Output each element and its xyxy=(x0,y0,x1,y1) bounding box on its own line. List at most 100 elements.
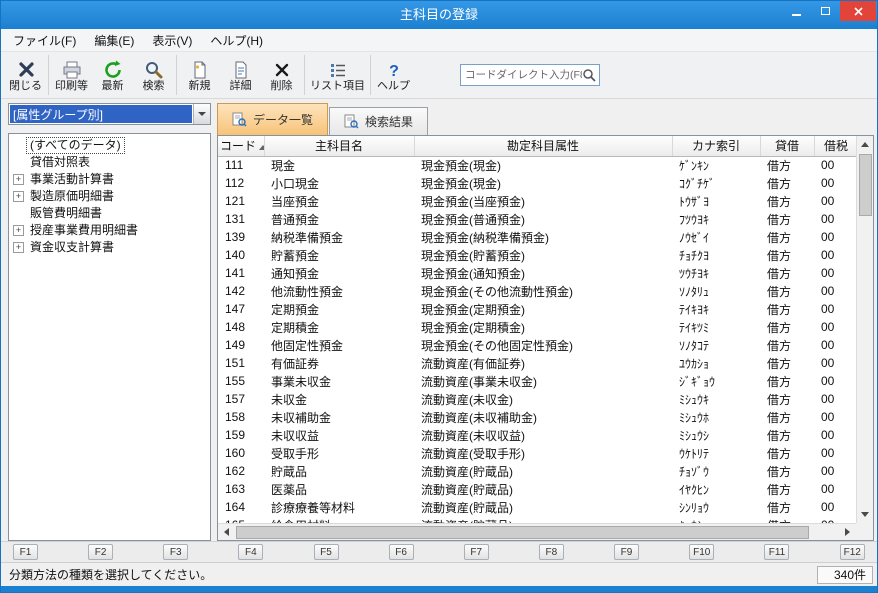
cell-side: 借方 xyxy=(760,336,814,354)
toolbar-delete-button[interactable]: 削除 xyxy=(261,53,302,98)
col-header-kana[interactable]: カナ索引 xyxy=(672,136,760,156)
table-row[interactable]: 111 現金 現金預金(現金) ｹﾞﾝｷﾝ 借方 00 xyxy=(218,156,856,174)
toolbar-list-items-button[interactable]: リスト項目 xyxy=(307,53,368,98)
toolbar-refresh-button[interactable]: 最新 xyxy=(92,53,133,98)
cell-code: 160 xyxy=(218,444,264,462)
minimize-button[interactable] xyxy=(782,1,811,21)
cell-tax: 00 xyxy=(814,282,856,300)
maximize-button[interactable] xyxy=(811,1,840,21)
table-row[interactable]: 160 受取手形 流動資産(受取手形) ｳｹﾄﾘﾃ 借方 00 xyxy=(218,444,856,462)
toolbar-new-button[interactable]: 新規 xyxy=(179,53,220,98)
tree-item[interactable]: 貸借対照表 xyxy=(11,154,208,171)
function-key-button[interactable]: F7 xyxy=(464,544,489,560)
expand-plus-icon[interactable]: + xyxy=(13,242,24,253)
toolbar-print-button[interactable]: 印刷等 xyxy=(51,53,92,98)
table-row[interactable]: 149 他固定性預金 現金預金(その他固定性預金) ｿﾉﾀｺﾃ 借方 00 xyxy=(218,336,856,354)
menu-item[interactable]: 表示(V) xyxy=(143,28,201,53)
table-row[interactable]: 163 医薬品 流動資産(貯蔵品) ｲﾔｸﾋﾝ 借方 00 xyxy=(218,480,856,498)
cell-kana: ｲﾔｸﾋﾝ xyxy=(672,480,760,498)
col-header-code[interactable]: コード xyxy=(218,136,264,156)
function-key-button[interactable]: F3 xyxy=(163,544,188,560)
function-key-button[interactable]: F1 xyxy=(13,544,38,560)
table-row[interactable]: 112 小口現金 現金預金(現金) ｺｸﾞﾁｹﾞ 借方 00 xyxy=(218,174,856,192)
cell-attribute: 現金預金(その他流動性預金) xyxy=(414,282,672,300)
col-header-tax[interactable]: 借税 xyxy=(814,136,856,156)
cell-code: 112 xyxy=(218,174,264,192)
expand-plus-icon[interactable]: + xyxy=(13,191,24,202)
table-row[interactable]: 147 定期預金 現金預金(定期預金) ﾃｲｷﾖｷ 借方 00 xyxy=(218,300,856,318)
table-row[interactable]: 142 他流動性預金 現金預金(その他流動性預金) ｿﾉﾀﾘｭ 借方 00 xyxy=(218,282,856,300)
table-row[interactable]: 151 有価証券 流動資産(有価証券) ﾕｳｶｼｮ 借方 00 xyxy=(218,354,856,372)
table-row[interactable]: 157 未収金 流動資産(未収金) ﾐｼｭｳｷ 借方 00 xyxy=(218,390,856,408)
code-direct-input[interactable] xyxy=(465,69,582,81)
content-panel: データ一覧 検索結果 xyxy=(217,103,874,541)
table-row[interactable]: 148 定期積金 現金預金(定期積金) ﾃｲｷﾂﾐ 借方 00 xyxy=(218,318,856,336)
cell-name: 診療療養等材料 xyxy=(264,498,414,516)
tree-item-label: 貸借対照表 xyxy=(27,155,93,170)
tab-label: データ一覧 xyxy=(253,111,313,128)
toolbar-search-button[interactable]: 検索 xyxy=(133,53,174,98)
horizontal-scroll-thumb[interactable] xyxy=(236,526,809,539)
cell-attribute: 流動資産(未収収益) xyxy=(414,426,672,444)
table-row[interactable]: 141 通知預金 現金預金(通知預金) ﾂｳﾁﾖｷ 借方 00 xyxy=(218,264,856,282)
scroll-up-button[interactable] xyxy=(857,136,874,153)
cell-tax: 00 xyxy=(814,228,856,246)
tree-item[interactable]: (すべてのデータ) xyxy=(11,137,208,154)
toolbar-detail-button[interactable]: 詳細 xyxy=(220,53,261,98)
toolbar-button-label: 検索 xyxy=(143,80,165,92)
tree-item[interactable]: + 授産事業費用明細書 xyxy=(11,222,208,239)
tree-item[interactable]: 販管費明細書 xyxy=(11,205,208,222)
function-key-button[interactable]: F2 xyxy=(88,544,113,560)
horizontal-scrollbar[interactable] xyxy=(218,523,856,540)
table-row[interactable]: 162 貯蔵品 流動資産(貯蔵品) ﾁｮｿﾞｳ 借方 00 xyxy=(218,462,856,480)
expand-plus-icon[interactable]: + xyxy=(13,225,24,236)
tree-item[interactable]: + 製造原価明細書 xyxy=(11,188,208,205)
expand-plus-icon[interactable]: + xyxy=(13,174,24,185)
col-header-name[interactable]: 主科目名 xyxy=(264,136,414,156)
table-row[interactable]: 131 普通預金 現金預金(普通預金) ﾌﾂｳﾖｷ 借方 00 xyxy=(218,210,856,228)
table-row[interactable]: 159 未収収益 流動資産(未収収益) ﾐｼｭｳｼ 借方 00 xyxy=(218,426,856,444)
menu-item[interactable]: ヘルプ(H) xyxy=(201,28,272,53)
classification-dropdown[interactable]: [属性グループ別] xyxy=(8,103,211,125)
function-key-button[interactable]: F12 xyxy=(840,544,865,560)
tree-item[interactable]: + 事業活動計算書 xyxy=(11,171,208,188)
tab-data-list[interactable]: データ一覧 xyxy=(217,103,328,135)
table-row[interactable]: 155 事業未収金 流動資産(事業未収金) ｼﾞｷﾞｮｳ 借方 00 xyxy=(218,372,856,390)
arrow-up-icon xyxy=(861,142,869,147)
function-key-button[interactable]: F5 xyxy=(314,544,339,560)
menu-item[interactable]: 編集(E) xyxy=(85,28,143,53)
scroll-down-button[interactable] xyxy=(857,506,874,523)
scroll-left-button[interactable] xyxy=(218,524,235,541)
table-row[interactable]: 140 貯蓄預金 現金預金(貯蓄預金) ﾁｮﾁｸﾖ 借方 00 xyxy=(218,246,856,264)
dropdown-button[interactable] xyxy=(193,104,210,124)
table-row[interactable]: 121 当座預金 現金預金(当座預金) ﾄｳｻﾞﾖ 借方 00 xyxy=(218,192,856,210)
close-button[interactable] xyxy=(840,1,876,21)
table-row[interactable]: 158 未収補助金 流動資産(未収補助金) ﾐｼｭｳﾎ 借方 00 xyxy=(218,408,856,426)
tree-item-label: (すべてのデータ) xyxy=(27,138,124,153)
menu-item[interactable]: ファイル(F) xyxy=(4,28,85,53)
table-row[interactable]: 165 給食用材料 流動資産(貯蔵品) ｷｭｳｼｮ 借方 00 xyxy=(218,516,856,523)
function-key-button[interactable]: F9 xyxy=(614,544,639,560)
menubar: ファイル(F) 編集(E) 表示(V) ヘルプ(H) xyxy=(1,29,877,52)
table-row[interactable]: 139 納税準備預金 現金預金(納税準備預金) ﾉｳｾﾞｲ 借方 00 xyxy=(218,228,856,246)
cell-side: 借方 xyxy=(760,408,814,426)
cell-kana: ｺｸﾞﾁｹﾞ xyxy=(672,174,760,192)
tab-search-results[interactable]: 検索結果 xyxy=(329,107,428,135)
function-key-button[interactable]: F11 xyxy=(764,544,789,560)
toolbar-close-button[interactable]: 閉じる xyxy=(5,53,46,98)
col-header-side[interactable]: 貸借 xyxy=(760,136,814,156)
table-row[interactable]: 164 診療療養等材料 流動資産(貯蔵品) ｼﾝﾘｮｳ 借方 00 xyxy=(218,498,856,516)
grid-header: コード 主科目名 勘定科目属性 カナ索引 貸借 借税 xyxy=(218,136,856,156)
toolbar-button-label: 印刷等 xyxy=(55,80,88,92)
tree-item[interactable]: + 資金収支計算書 xyxy=(11,239,208,256)
vertical-scrollbar[interactable] xyxy=(856,136,873,523)
function-key-button[interactable]: F4 xyxy=(238,544,263,560)
col-header-attribute[interactable]: 勘定科目属性 xyxy=(414,136,672,156)
vertical-scroll-thumb[interactable] xyxy=(859,154,872,216)
toolbar-help-button[interactable]: ? ヘルプ xyxy=(373,53,414,98)
function-key-button[interactable]: F10 xyxy=(689,544,714,560)
function-key-button[interactable]: F6 xyxy=(389,544,414,560)
scroll-right-button[interactable] xyxy=(839,524,856,541)
function-key-button[interactable]: F8 xyxy=(539,544,564,560)
cell-side: 借方 xyxy=(760,372,814,390)
